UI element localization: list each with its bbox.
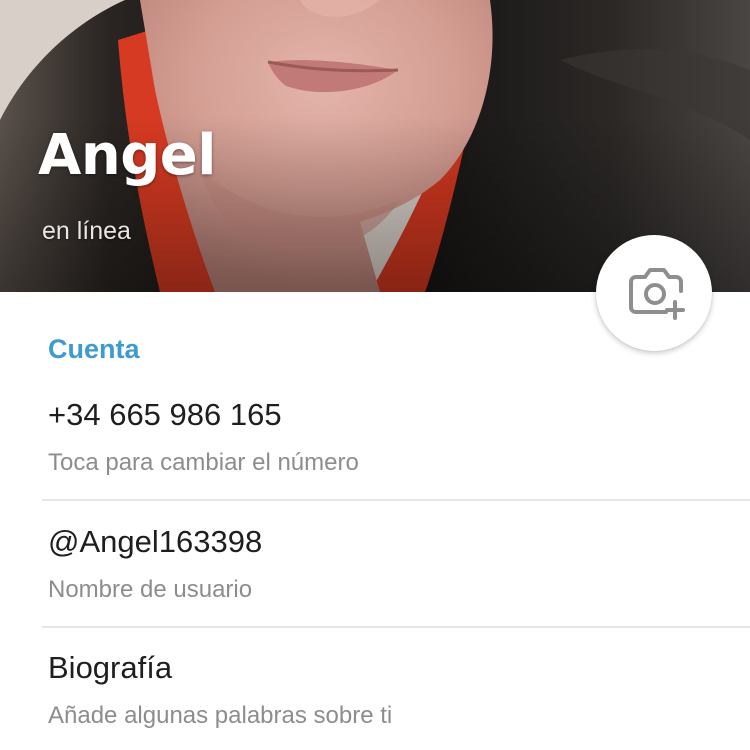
username: @Angel163398 (48, 524, 263, 559)
divider (42, 626, 750, 628)
phone-number: +34 665 986 165 (48, 397, 282, 432)
bio-row[interactable]: Biografía Añade algunas palabras sobre t… (0, 652, 750, 750)
profile-screen: Angel en línea Cuenta +34 665 986 165 To… (0, 0, 750, 750)
set-photo-button[interactable] (596, 235, 712, 351)
phone-number-hint: Toca para cambiar el número (48, 449, 359, 476)
username-row[interactable]: @Angel163398 Nombre de usuario (0, 526, 750, 652)
online-status: en línea (42, 217, 131, 245)
bio-label: Biografía (48, 650, 173, 685)
account-section-title: Cuenta (48, 334, 140, 364)
username-hint: Nombre de usuario (48, 576, 253, 603)
profile-name: Angel (38, 123, 216, 188)
divider (42, 499, 750, 501)
bio-hint: Añade algunas palabras sobre ti (48, 702, 393, 729)
phone-number-row[interactable]: +34 665 986 165 Toca para cambiar el núm… (0, 399, 750, 525)
camera-add-icon (629, 268, 685, 320)
